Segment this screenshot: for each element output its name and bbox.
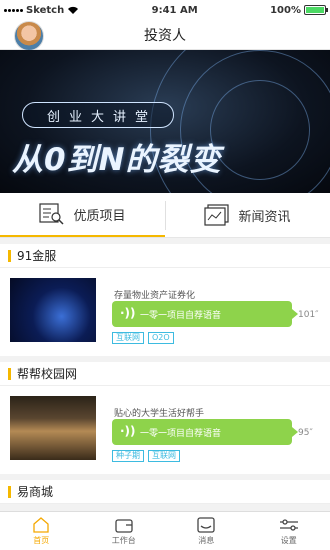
project-card[interactable]: 存量物业资产证券化 ·)) 一零一项目自荐语音 101″ 互联网 O2O (0, 268, 330, 356)
promo-banner[interactable]: 创业大讲堂 从0到N的裂变 (0, 50, 330, 193)
project-name: 帮帮校园网 (17, 367, 78, 381)
avatar[interactable] (14, 21, 44, 51)
project-header[interactable]: 91金服 (0, 244, 330, 268)
project-section: 帮帮校园网 贴心的大学生活好帮手 ·)) 一零一项目自荐语音 95″ 种子期 互… (0, 362, 330, 474)
clock: 9:41 AM (151, 4, 198, 16)
voice-pitch-button[interactable]: ·)) 一零一项目自荐语音 (112, 419, 298, 445)
battery-icon (304, 5, 328, 15)
voice-pitch-button[interactable]: ·)) 一零一项目自荐语音 (112, 301, 298, 327)
project-thumbnail (10, 278, 96, 342)
tag-list: 种子期 互联网 (112, 450, 180, 462)
tag: 互联网 (112, 332, 144, 344)
content-tabs: 优质项目 新闻资讯 (0, 193, 330, 238)
tab-divider (165, 201, 166, 230)
project-description: 贴心的大学生活好帮手 (114, 409, 205, 419)
tabbar-workbench[interactable]: 工作台 (83, 512, 166, 550)
tab-projects[interactable]: 优质项目 (0, 193, 165, 237)
tabbar-settings[interactable]: 设置 (248, 512, 330, 550)
wallet-icon (115, 518, 133, 533)
carrier: Sketch (26, 4, 65, 16)
home-icon (33, 516, 49, 533)
settings-icon (279, 518, 298, 531)
tab-label: 优质项目 (73, 208, 126, 224)
project-section: 易商城 (0, 480, 330, 504)
project-list-icon (39, 203, 65, 225)
tab-label: 新闻资讯 (238, 209, 291, 225)
pitch-duration: 95″ (298, 428, 313, 438)
project-name: 91金服 (17, 249, 57, 263)
project-header[interactable]: 易商城 (0, 480, 330, 504)
project-description: 存量物业资产证券化 (114, 291, 196, 301)
project-header[interactable]: 帮帮校园网 (0, 362, 330, 386)
sound-wave-icon: ·)) (120, 306, 136, 320)
tag: 互联网 (148, 450, 180, 462)
message-icon (197, 516, 215, 533)
sound-wave-icon: ·)) (120, 424, 136, 438)
pitch-duration: 101″ (298, 310, 319, 320)
status-bar: Sketch 9:41 AM 100% (0, 0, 330, 20)
tabbar-label: 消息 (198, 535, 215, 545)
news-icon (204, 204, 230, 226)
project-thumbnail (10, 396, 96, 460)
tab-news[interactable]: 新闻资讯 (165, 193, 330, 237)
banner-subtitle: 创业大讲堂 (22, 102, 174, 128)
nav-bar: 投资人 (0, 20, 330, 51)
wifi-icon (68, 6, 79, 14)
tabbar-label: 首页 (33, 535, 50, 545)
signal-icon (4, 8, 23, 12)
pitch-label: 一零一项目自荐语音 (140, 310, 222, 321)
page-title: 投资人 (144, 27, 186, 44)
pitch-label: 一零一项目自荐语音 (140, 428, 222, 439)
tabbar-label: 设置 (280, 535, 297, 545)
project-name: 易商城 (17, 485, 54, 499)
tabbar-messages[interactable]: 消息 (165, 512, 248, 550)
tag: 种子期 (112, 450, 144, 462)
tag-list: 互联网 O2O (112, 332, 174, 344)
banner-headline: 从0到N的裂变 (12, 142, 222, 178)
tag: O2O (148, 332, 174, 344)
bottom-tab-bar: 首页 工作台 消息 设置 (0, 511, 330, 550)
tabbar-home[interactable]: 首页 (0, 512, 83, 550)
project-section: 91金服 存量物业资产证券化 ·)) 一零一项目自荐语音 101″ 互联网 O2… (0, 244, 330, 356)
tabbar-label: 工作台 (111, 535, 136, 545)
battery-percent: 100% (270, 4, 301, 16)
project-card[interactable]: 贴心的大学生活好帮手 ·)) 一零一项目自荐语音 95″ 种子期 互联网 (0, 386, 330, 474)
